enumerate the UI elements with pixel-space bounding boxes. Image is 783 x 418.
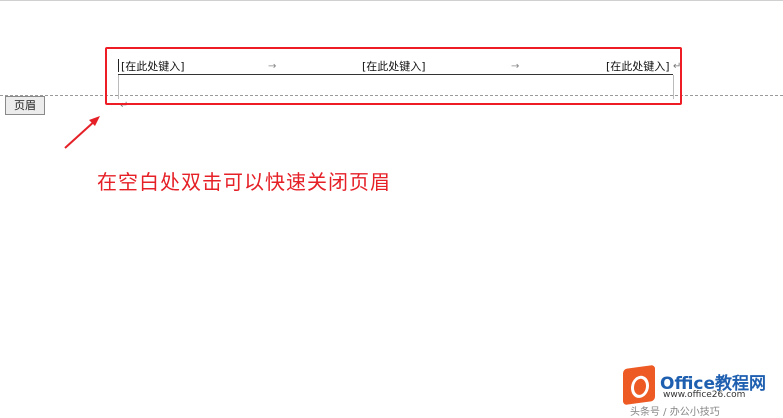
highlight-rectangle <box>105 47 682 105</box>
watermark-url: www.office26.com <box>663 390 746 400</box>
header-tag-label[interactable]: 页眉 <box>5 96 45 115</box>
watermark: Office教程网 www.office26.com 头条号 / 办公小技巧 <box>618 363 783 418</box>
office-logo-icon <box>623 364 655 406</box>
annotation-arrow-icon <box>64 116 100 149</box>
annotation-text: 在空白处双击可以快速关闭页眉 <box>97 170 391 194</box>
watermark-footer: 头条号 / 办公小技巧 <box>630 407 720 418</box>
